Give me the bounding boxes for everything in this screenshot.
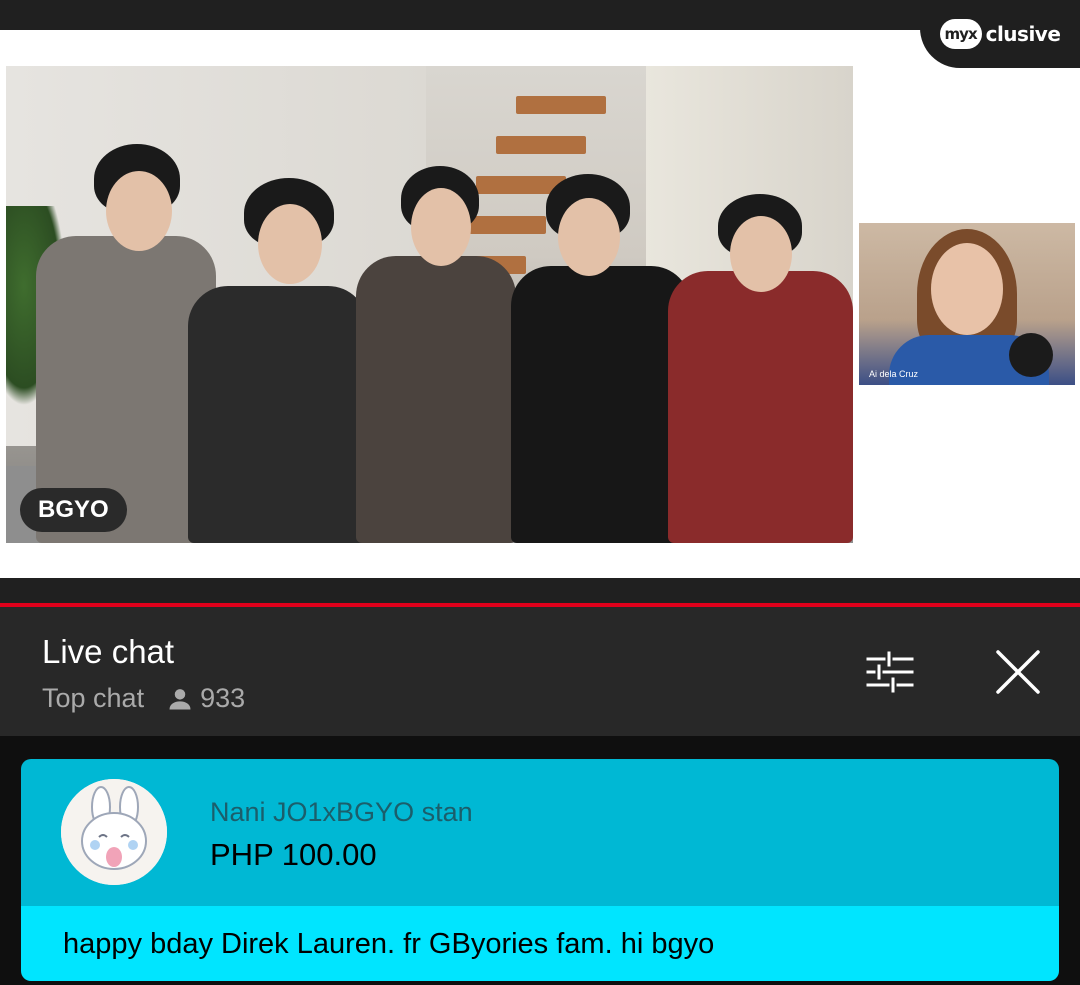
app-root: BGYO Ai dela Cruz myx clusive Live chat … — [0, 0, 1080, 985]
video-bottom-bar — [0, 578, 1080, 605]
side-video-feed: Ai dela Cruz — [859, 223, 1075, 385]
chat-title: Live chat — [42, 633, 175, 670]
superchat-author[interactable]: Nani JO1xBGYO stan — [210, 797, 473, 828]
superchat-message[interactable]: Nani JO1xBGYO stan PHP 100.00 happy bday… — [21, 759, 1059, 981]
channel-logo: myx clusive — [920, 0, 1080, 68]
superchat-header: Nani JO1xBGYO stan PHP 100.00 — [21, 759, 1059, 906]
microphone — [1009, 333, 1053, 377]
chat-mode-label[interactable]: Top chat — [42, 683, 144, 714]
viewer-count: 933 — [200, 683, 246, 713]
bunny-avatar-icon — [61, 779, 167, 885]
main-video-feed: BGYO — [6, 66, 853, 543]
superchat-amount: PHP 100.00 — [210, 837, 377, 872]
sliders-icon — [866, 651, 914, 693]
video-player[interactable]: BGYO Ai dela Cruz myx clusive — [0, 0, 1080, 605]
superchat-body: happy bday Direk Lauren. fr GByories fam… — [21, 906, 1059, 981]
side-feed-label: Ai dela Cruz — [869, 369, 919, 379]
video-top-bar — [0, 0, 1080, 30]
logo-circle: myx — [939, 19, 982, 49]
avatar[interactable] — [61, 779, 167, 885]
person-icon — [169, 688, 191, 709]
chat-mode-row[interactable]: Top chat 933 — [42, 683, 245, 714]
superchat-text: happy bday Direk Lauren. fr GByories fam… — [63, 928, 715, 960]
participant-name-tag: BGYO — [20, 488, 127, 532]
chat-filter-button[interactable] — [860, 645, 920, 699]
close-icon — [996, 650, 1040, 694]
close-chat-button[interactable] — [988, 645, 1048, 699]
logo-text: clusive — [985, 22, 1061, 46]
chat-header: Live chat Top chat 933 — [0, 607, 1080, 736]
